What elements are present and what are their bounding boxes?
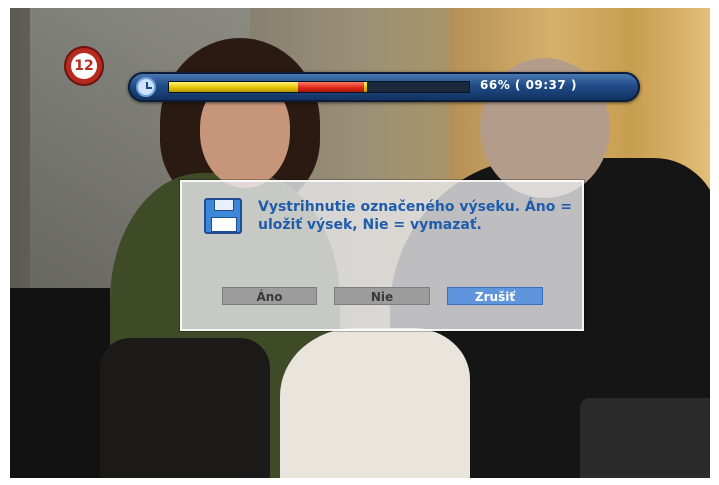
- progress-text: 66% ( 09:37 ): [480, 78, 577, 92]
- video-person-legs: [100, 338, 270, 478]
- channel-number: 12: [74, 58, 94, 74]
- video-frame: 12 66% ( 09:37 ) Vystrihnutie označeného…: [10, 8, 710, 478]
- video-sofa-left: [10, 288, 110, 478]
- cut-dialog: Vystrihnutie označeného výseku. Áno = ul…: [180, 180, 584, 331]
- progress-marked-segment: [298, 82, 364, 92]
- yes-button[interactable]: Áno: [222, 287, 317, 305]
- floppy-disk-shutter: [214, 200, 234, 211]
- progress-track[interactable]: [168, 81, 470, 93]
- video-sofa-right: [580, 398, 710, 478]
- playback-bar: 66% ( 09:37 ): [128, 72, 640, 102]
- clock-icon: [136, 77, 156, 97]
- cancel-button[interactable]: Zrušiť: [447, 287, 543, 305]
- floppy-disk-label: [211, 217, 237, 232]
- floppy-disk-icon: [204, 198, 242, 234]
- channel-badge: 12: [64, 46, 104, 86]
- tv-screen: 12 66% ( 09:37 ) Vystrihnutie označeného…: [0, 0, 719, 485]
- no-button[interactable]: Nie: [334, 287, 430, 305]
- video-paper: [280, 328, 470, 478]
- dialog-message: Vystrihnutie označeného výseku. Áno = ul…: [258, 199, 572, 233]
